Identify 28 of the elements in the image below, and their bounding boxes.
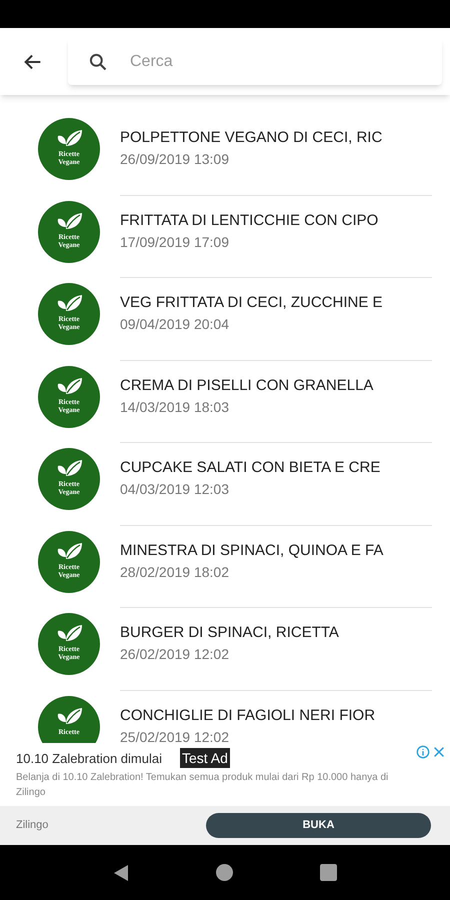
recipe-title[interactable]: VEG FRITTATA DI CECI, ZUCCHINE E [120,293,432,313]
search-field[interactable]: Cerca [68,38,442,85]
test-ad-badge: Test Ad [180,748,230,768]
ad-headline[interactable]: 10.10 Zalebration dimulai [16,749,162,768]
close-icon[interactable] [432,745,446,759]
recipe-title[interactable]: CUPCAKE SALATI CON BIETA E CRE [120,458,432,478]
recipe-date: 28/02/2019 18:02 [120,562,230,580]
recipe-title[interactable]: FRITTATA DI LENTICCHIE CON CIPO [120,210,432,230]
home-nav-icon[interactable] [216,864,233,881]
search-icon [88,52,108,72]
recipe-date: 26/09/2019 13:09 [120,150,230,168]
recipe-date: 17/09/2019 17:09 [120,232,230,250]
recipe-title[interactable]: BURGER DI SPINACI, RICETTA [120,623,432,643]
recipe-date: 04/03/2019 12:03 [120,480,230,498]
open-button[interactable]: BUKA [206,813,431,838]
recipe-title[interactable]: POLPETTONE VEGANO DI CECI, RIC [120,128,432,148]
recipe-date: 09/04/2019 20:04 [120,315,230,333]
advertiser-name: Zilingo [16,818,50,834]
back-nav-icon[interactable] [113,864,130,882]
recipe-date: 14/03/2019 18:03 [120,398,230,416]
recipe-date: 26/02/2019 12:02 [120,645,230,663]
recipe-title[interactable]: CREMA DI PISELLI CON GRANELLA [120,376,432,396]
recipe-title[interactable]: MINESTRA DI SPINACI, QUINOA E FA [120,540,432,560]
info-icon[interactable] [416,745,430,759]
recents-nav-icon[interactable] [320,864,337,881]
recipe-date: 25/02/2019 12:02 [120,728,230,743]
recipe-title[interactable]: CONCHIGLIE DI FAGIOLI NERI FIOR [120,706,432,726]
ad-description: Belanja di 10.10 Zalebration! Temukan semua produk mulai dari Rp 10.000 hanya di Zilingo [16,770,390,800]
